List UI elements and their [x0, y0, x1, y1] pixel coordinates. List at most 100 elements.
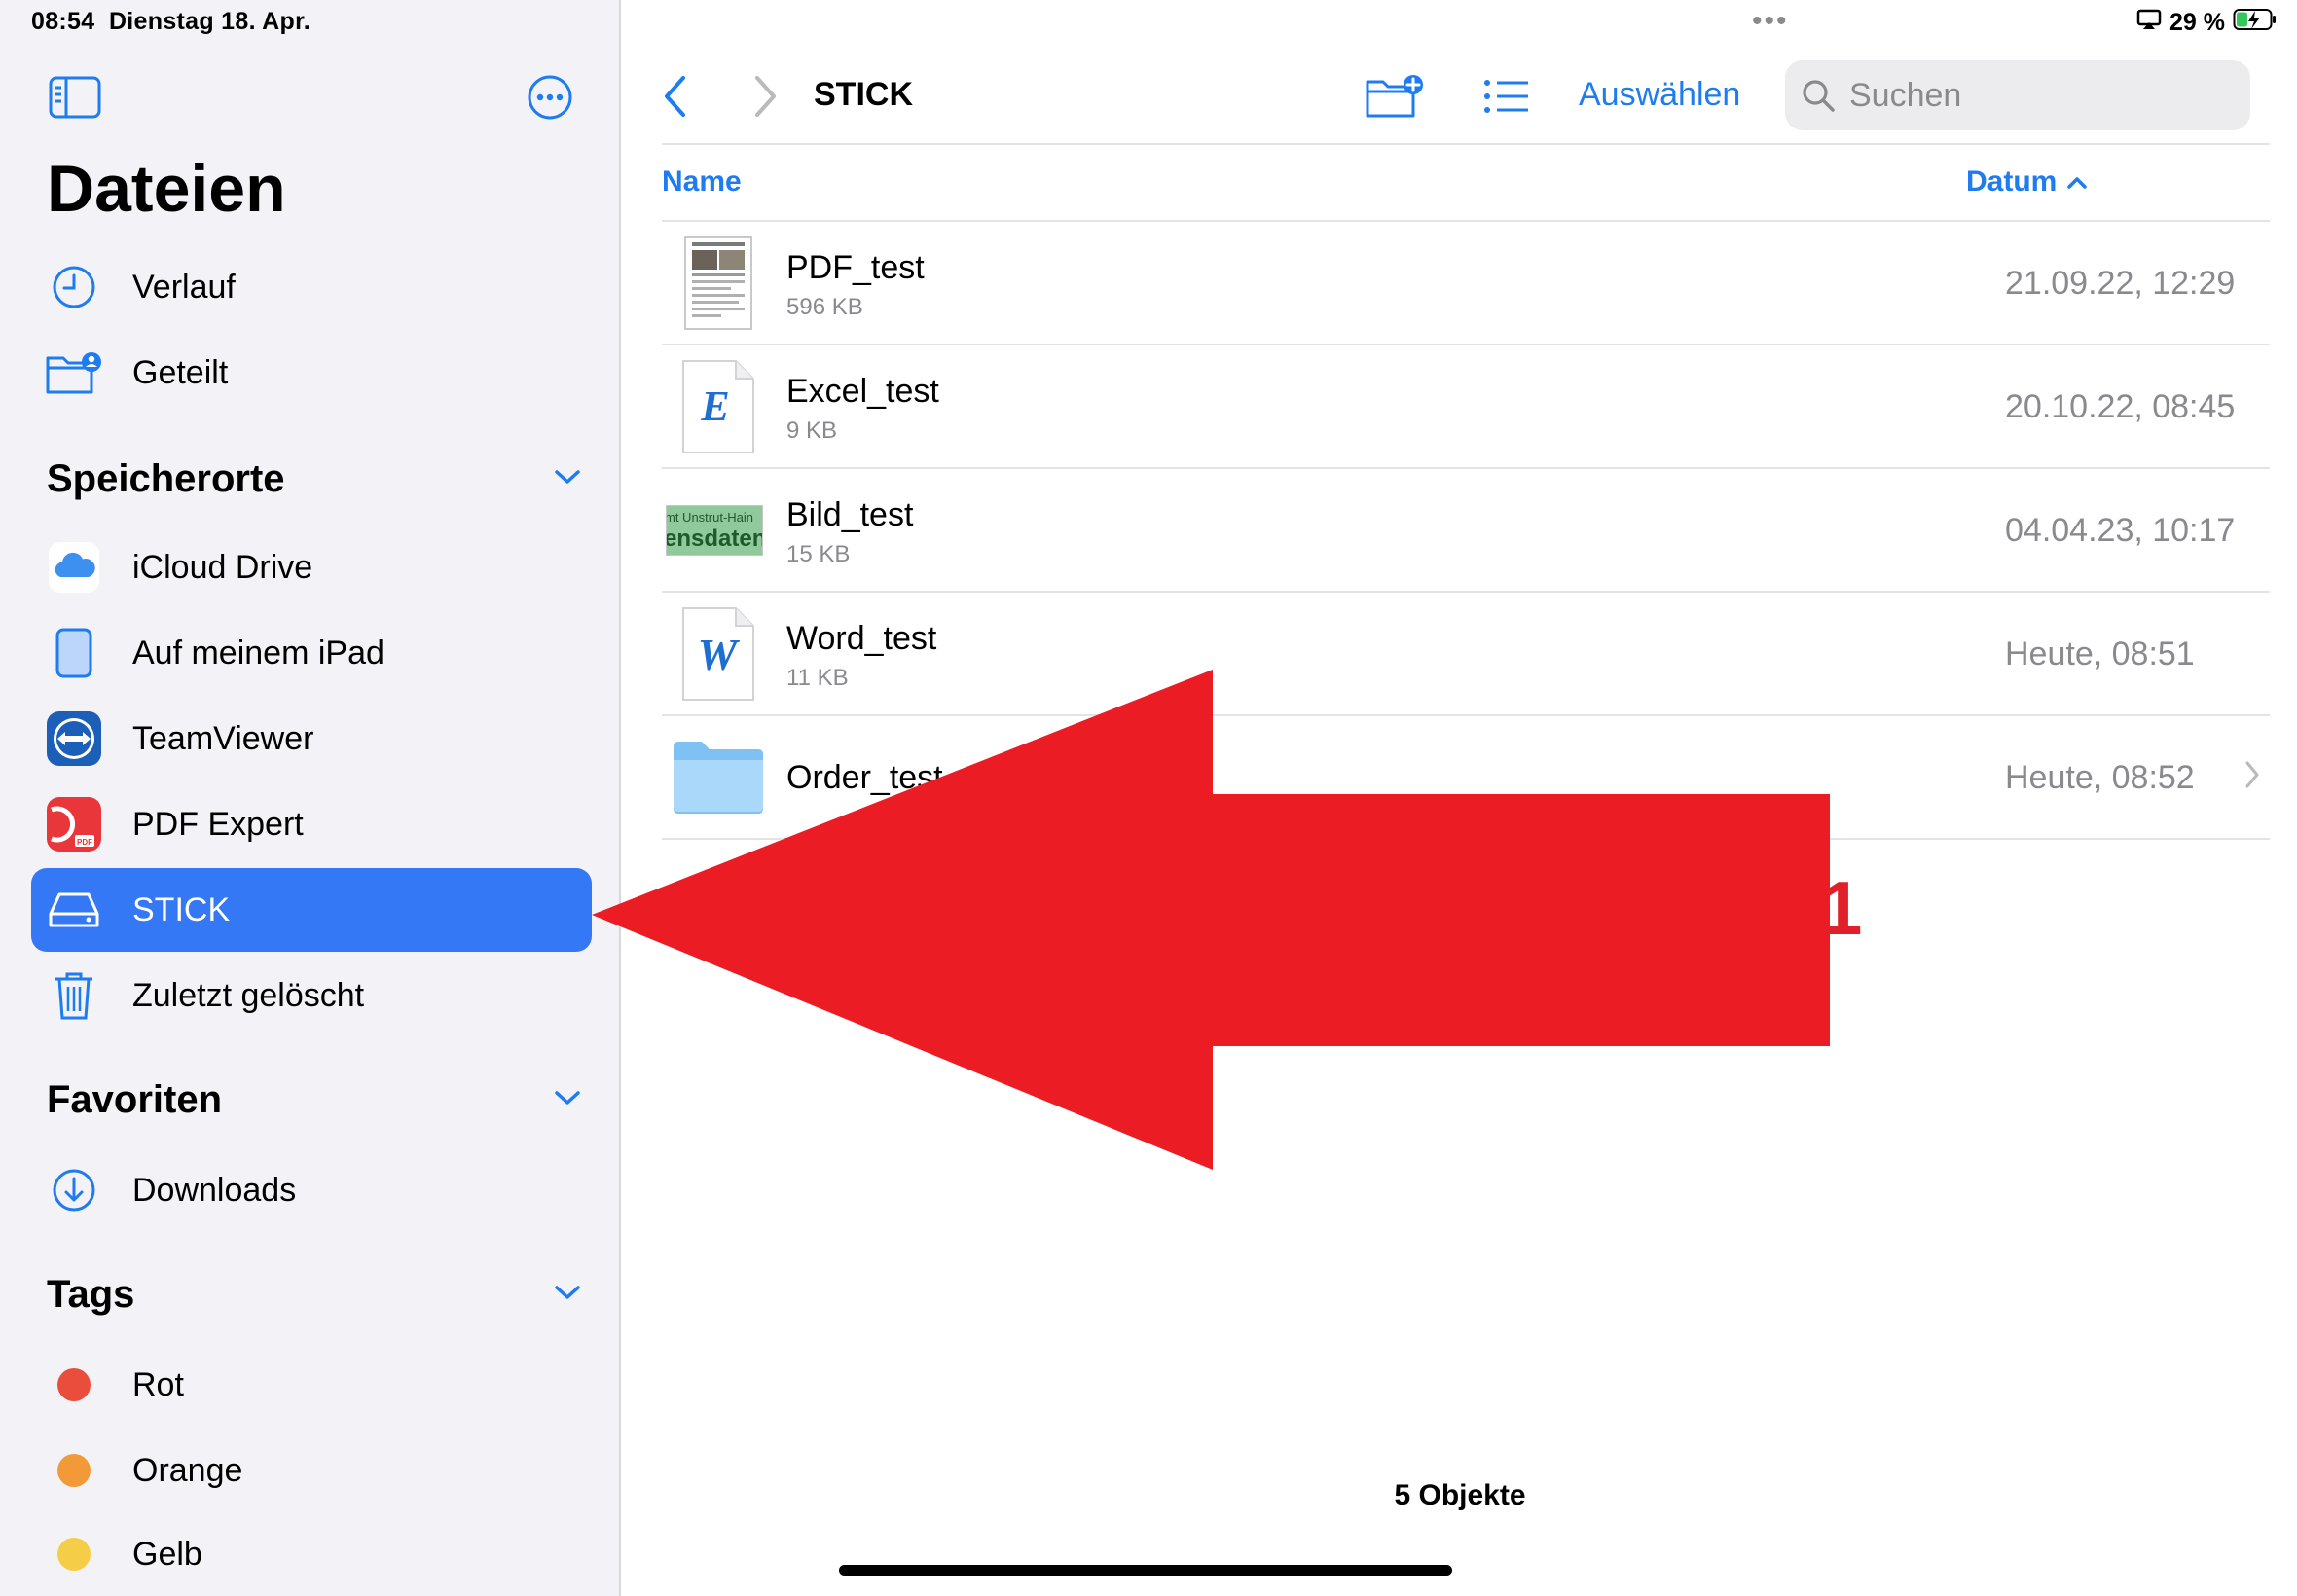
sidebar-item-label: Orange	[132, 1451, 243, 1489]
file-name: Excel_test	[786, 373, 939, 410]
file-date: 04.04.23, 10:17	[2005, 512, 2236, 549]
sidebar-item-downloads[interactable]: Downloads	[31, 1148, 592, 1232]
sidebar-item-label: Zuletzt gelöscht	[132, 976, 365, 1014]
sidebar-item-label: Auf meinem iPad	[132, 634, 384, 671]
svg-text:E: E	[700, 382, 729, 430]
file-name: Word_test	[786, 620, 937, 657]
chevron-up-icon	[2066, 165, 2088, 199]
folder-row[interactable]: Order_test Heute, 08:52	[662, 716, 2270, 840]
sidebar-item-label: STICK	[132, 890, 231, 928]
trash-icon	[45, 966, 103, 1025]
sidebar-item-stick[interactable]: STICK	[31, 868, 592, 952]
icloud-icon	[45, 538, 103, 597]
battery-percent: 29 %	[2169, 9, 2225, 36]
sidebar-item-label: TeamViewer	[132, 719, 314, 757]
file-size: 15 KB	[786, 541, 851, 567]
annotation-number: 1	[1820, 865, 1863, 951]
thumbnail-text: ensdaten	[666, 526, 763, 552]
status-time: 08:54 Dienstag 18. Apr.	[31, 8, 310, 35]
sidebar-item-ipad[interactable]: Auf meinem iPad	[31, 611, 592, 695]
sidebar-item-label: PDF Expert	[132, 805, 304, 843]
sidebar-item-label: Gelb	[132, 1535, 202, 1573]
section-title: Favoriten	[47, 1078, 223, 1121]
file-size: 596 KB	[786, 294, 863, 320]
item-count: 5 Objekte	[1394, 1479, 1526, 1511]
thumbnail-text: mt Unstrut-Hain	[666, 510, 754, 525]
file-row[interactable]: E Excel_test 9 KB 20.10.22, 08:45	[662, 345, 2270, 469]
file-name: Bild_test	[786, 496, 914, 533]
multitasking-dots-icon[interactable]: •••	[1752, 7, 1789, 36]
file-date: 20.10.22, 08:45	[2005, 388, 2236, 425]
home-indicator[interactable]	[839, 1565, 1452, 1576]
section-favoriten[interactable]: Favoriten	[47, 1078, 582, 1122]
select-button[interactable]: Auswählen	[1579, 76, 1740, 114]
file-name: PDF_test	[786, 249, 925, 286]
file-size: 9 KB	[786, 417, 838, 444]
chevron-down-icon[interactable]	[553, 1088, 582, 1112]
sidebar-item-zuletzt-geloescht[interactable]: Zuletzt gelöscht	[31, 954, 592, 1037]
airplay-icon	[2136, 9, 2162, 37]
sidebar: 08:54 Dienstag 18. Apr. Dateien Verlauf …	[0, 0, 621, 1596]
word-icon: W	[670, 606, 767, 702]
file-date: Heute, 08:52	[2005, 759, 2195, 796]
image-thumbnail-icon: mt Unstrut-Hain ensdaten	[666, 483, 763, 578]
shared-folder-icon	[45, 344, 103, 402]
section-title: Tags	[47, 1273, 135, 1316]
sidebar-item-tag-orange[interactable]: Orange	[31, 1429, 592, 1512]
sidebar-item-verlauf[interactable]: Verlauf	[31, 245, 592, 329]
tag-dot-icon	[57, 1538, 91, 1571]
file-row[interactable]: mt Unstrut-Hain ensdaten Bild_test 15 KB…	[662, 469, 2270, 593]
sidebar-item-geteilt[interactable]: Geteilt	[31, 331, 592, 415]
file-row[interactable]: W Word_test 11 KB Heute, 08:51	[662, 593, 2270, 716]
toolbar-divider	[662, 143, 2270, 145]
pdf-thumbnail-icon	[670, 236, 767, 331]
sidebar-item-label: Downloads	[132, 1171, 297, 1209]
sidebar-item-label: Rot	[132, 1365, 184, 1403]
section-speicherorte[interactable]: Speicherorte	[47, 457, 582, 501]
pdf-expert-icon: PDF	[45, 795, 103, 853]
search-placeholder: Suchen	[1849, 76, 1962, 114]
section-tags[interactable]: Tags	[47, 1273, 582, 1317]
tag-dot-icon	[57, 1368, 91, 1401]
sidebar-item-tag-gelb[interactable]: Gelb	[31, 1512, 592, 1596]
search-icon	[1801, 78, 1836, 113]
chevron-right-icon	[2242, 759, 2262, 795]
sidebar-item-label: Verlauf	[132, 268, 236, 306]
svg-text:W: W	[698, 630, 741, 679]
sidebar-item-icloud[interactable]: iCloud Drive	[31, 526, 592, 609]
svg-text:PDF: PDF	[77, 838, 92, 847]
sidebar-toggle-icon[interactable]	[49, 76, 101, 124]
file-name: Order_test	[786, 759, 943, 796]
file-size: 11 KB	[786, 665, 849, 691]
sidebar-item-label: Geteilt	[132, 353, 229, 391]
battery-charging-icon	[2233, 8, 2278, 38]
forward-chevron-icon[interactable]	[751, 74, 779, 124]
more-options-icon[interactable]	[526, 73, 574, 127]
main-content: ••• 29 % STICK Auswählen Suchen Name Dat…	[623, 0, 2297, 1596]
column-header-date[interactable]: Datum	[1966, 165, 2088, 199]
sidebar-item-tag-rot[interactable]: Rot	[31, 1343, 592, 1427]
search-input[interactable]: Suchen	[1785, 60, 2250, 130]
back-chevron-icon[interactable]	[662, 74, 689, 124]
list-view-icon[interactable]	[1483, 78, 1530, 120]
excel-icon: E	[670, 359, 767, 454]
teamviewer-icon	[45, 709, 103, 768]
tag-dot-icon	[57, 1454, 91, 1487]
folder-title: STICK	[814, 76, 913, 113]
clock-icon	[45, 258, 103, 316]
ipad-icon	[45, 624, 103, 682]
sidebar-item-teamviewer[interactable]: TeamViewer	[31, 697, 592, 780]
chevron-down-icon[interactable]	[553, 467, 582, 491]
drive-icon	[45, 881, 103, 939]
new-folder-icon[interactable]	[1365, 72, 1425, 124]
file-date: 21.09.22, 12:29	[2005, 265, 2236, 302]
folder-icon	[670, 730, 767, 825]
column-header-label: Datum	[1966, 165, 2058, 198]
column-header-name[interactable]: Name	[662, 165, 742, 199]
chevron-down-icon[interactable]	[553, 1283, 582, 1307]
download-icon	[45, 1161, 103, 1219]
sidebar-item-label: iCloud Drive	[132, 548, 313, 586]
status-right: 29 %	[2136, 8, 2278, 38]
sidebar-item-pdf-expert[interactable]: PDF PDF Expert	[31, 782, 592, 866]
file-row[interactable]: PDF_test 596 KB 21.09.22, 12:29	[662, 222, 2270, 345]
